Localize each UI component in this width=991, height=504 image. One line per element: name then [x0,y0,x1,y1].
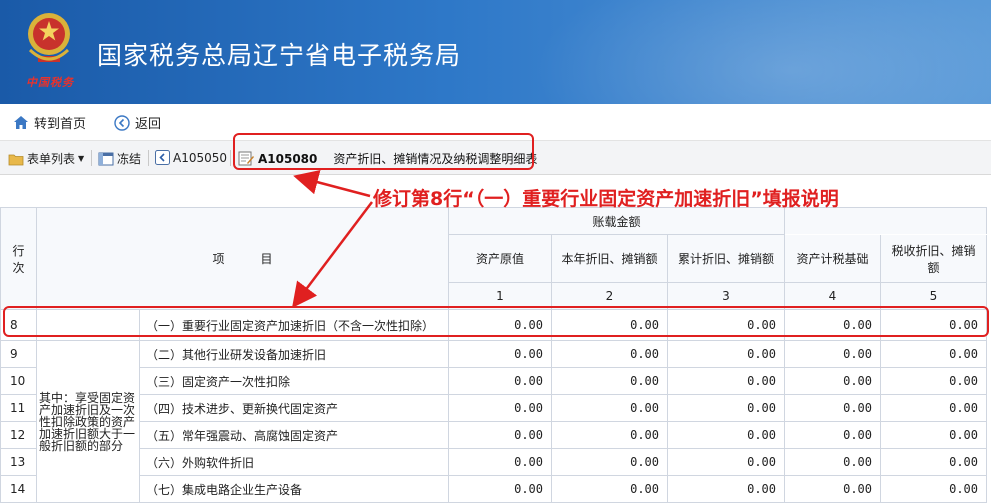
row-number: 10 [0,367,37,395]
amount-cell[interactable]: 0.00 [551,367,668,395]
table-row: 9 其中：享受固定资产加速折旧及一次性扣除政策的资产加速折旧额大于一般折旧额的部分… [0,340,987,503]
amount-cell[interactable]: 0.00 [551,340,668,368]
amount-cell[interactable]: 0.00 [667,340,785,368]
folder-icon [8,154,24,165]
column-header: 资产原值 [448,234,552,283]
amount-cell[interactable]: 0.00 [667,475,785,503]
form-list-button[interactable]: 表单列表 ▼ [8,150,84,167]
row-number: 12 [0,421,37,449]
amount-cell[interactable]: 0.00 [784,394,881,422]
site-title: 国家税务总局辽宁省电子税务局 [97,41,462,70]
amount-cell[interactable]: 0.00 [880,421,987,449]
freeze-button[interactable]: 冻结 [98,150,141,167]
amount-cell[interactable]: 0.00 [880,448,987,476]
depreciation-table: 行次 项 目 账载金额 资产原值 本年折旧、摊销额 累计折旧、摊销额 资产计税基… [0,207,987,503]
column-header: 税收折旧、摊销额 [880,234,987,283]
dropdown-caret-icon: ▼ [78,154,85,163]
amount-cell[interactable]: 0.00 [667,421,785,449]
toolbar-divider [230,150,231,166]
table-row: 10 （三）固定资产一次性扣除 0.00 0.00 0.00 0.00 0.00 [0,367,987,395]
freeze-label: 冻结 [117,152,142,166]
amount-cell[interactable]: 0.00 [880,394,987,422]
row8-highlight-box [3,306,989,337]
amount-cell[interactable]: 0.00 [448,448,552,476]
amount-cell[interactable]: 0.00 [784,448,881,476]
back-button[interactable]: 返回 [114,113,161,132]
amount-cell[interactable]: 0.00 [880,367,987,395]
row-item-label: （五）常年强震动、高腐蚀固定资产 [139,421,449,449]
row-item-label: （四）技术进步、更新换代固定资产 [139,394,449,422]
back-icon [114,114,130,131]
prev-form-label: A105050 [173,150,228,165]
table-row: 12 （五）常年强震动、高腐蚀固定资产 0.00 0.00 0.00 0.00 0.00 [0,421,987,449]
amount-cell[interactable]: 0.00 [784,475,881,503]
prev-arrow-icon [155,150,170,165]
row-item-label: （七）集成电路企业生产设备 [139,475,449,503]
form-list-label: 表单列表 [27,152,76,166]
amount-cell[interactable]: 0.00 [448,367,552,395]
amount-cell[interactable]: 0.00 [551,421,668,449]
header-blank [784,207,987,235]
amount-cell[interactable]: 0.00 [784,367,881,395]
table-row: 13 （六）外购软件折旧 0.00 0.00 0.00 0.00 0.00 [0,448,987,476]
toolbar-divider [91,150,92,166]
row-item-label: （六）外购软件折旧 [139,448,449,476]
row-number: 14 [0,475,37,503]
home-icon [14,116,28,129]
table-row: 11 （四）技术进步、更新换代固定资产 0.00 0.00 0.00 0.00 0.00 [0,394,987,422]
row-item-label: （三）固定资产一次性扣除 [139,367,449,395]
toolbar-highlight-box [233,133,534,170]
arrow-to-toolbar [293,170,371,198]
amount-cell[interactable]: 0.00 [880,475,987,503]
row-no-header: 行次 [0,207,37,310]
book-amount-header: 账载金额 [448,207,785,235]
column-header: 累计折旧、摊销额 [667,234,785,283]
amount-cell[interactable]: 0.00 [667,448,785,476]
amount-cell[interactable]: 0.00 [551,394,668,422]
amount-cell[interactable]: 0.00 [784,421,881,449]
row-number: 13 [0,448,37,476]
tax-emblem-icon [28,13,70,62]
amount-cell[interactable]: 0.00 [667,367,785,395]
amount-cell[interactable]: 0.00 [448,475,552,503]
amount-cell[interactable]: 0.00 [667,394,785,422]
freeze-grid-icon [98,152,114,165]
site-banner: 中国税务 国家税务总局辽宁省电子税务局 [0,0,991,104]
column-header: 本年折旧、摊销额 [551,234,668,283]
amount-cell[interactable]: 0.00 [448,394,552,422]
row-number: 11 [0,394,37,422]
amount-cell[interactable]: 0.00 [448,340,552,368]
amount-cell[interactable]: 0.00 [880,340,987,368]
home-label: 转到首页 [34,117,87,132]
amount-cell[interactable]: 0.00 [448,421,552,449]
row-item-label: （二）其他行业研发设备加速折旧 [139,340,449,368]
amount-cell[interactable]: 0.00 [784,340,881,368]
toolbar-divider [148,150,149,166]
prev-form-button[interactable]: A105050 [155,150,227,165]
column-header: 资产计税基础 [784,234,881,283]
logo-script: 中国税务 [26,76,74,89]
item-header: 项 目 [36,207,449,310]
back-label: 返回 [135,117,162,132]
amount-cell[interactable]: 0.00 [551,448,668,476]
home-button[interactable]: 转到首页 [13,113,86,132]
table-row: 14 （七）集成电路企业生产设备 0.00 0.00 0.00 0.00 0.00 [0,475,987,503]
side-note: 其中：享受固定资产加速折旧及一次性扣除政策的资产加速折旧额大于一般折旧额的部分 [36,340,140,503]
annotation-text: 修订第8行“（一）重要行业固定资产加速折旧”填报说明 [373,188,839,210]
amount-cell[interactable]: 0.00 [551,475,668,503]
row-number: 9 [0,340,37,368]
